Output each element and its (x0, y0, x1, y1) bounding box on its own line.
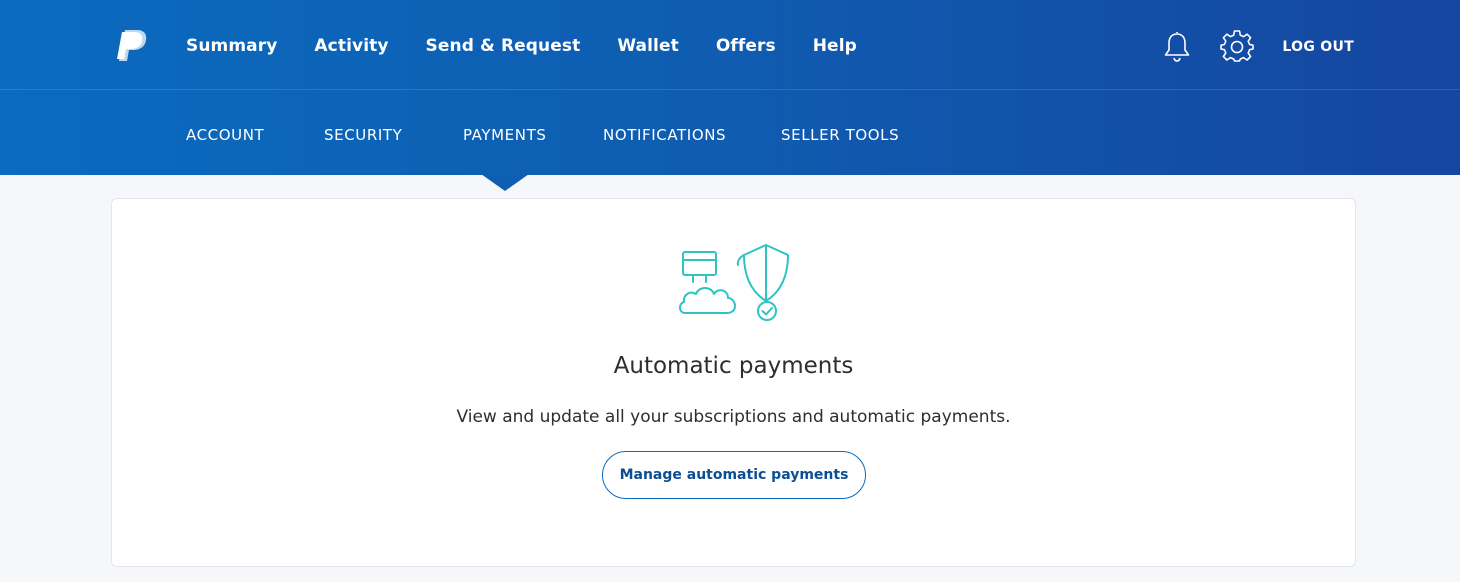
gear-icon[interactable] (1220, 30, 1255, 64)
tab-account[interactable]: ACCOUNT (186, 126, 324, 144)
header: Summary Activity Send & Request Wallet O… (0, 0, 1460, 175)
tab-seller-tools[interactable]: SELLER TOOLS (781, 126, 899, 144)
tab-security[interactable]: SECURITY (324, 126, 463, 144)
primary-nav: Summary Activity Send & Request Wallet O… (186, 36, 894, 56)
automatic-payments-card: Automatic payments View and update all y… (111, 198, 1356, 567)
top-actions: LOG OUT (1160, 30, 1354, 64)
manage-automatic-payments-button[interactable]: Manage automatic payments (602, 451, 866, 499)
settings-subnav: ACCOUNT SECURITY PAYMENTS NOTIFICATIONS … (186, 126, 899, 144)
card-title: Automatic payments (613, 353, 854, 379)
nav-wallet[interactable]: Wallet (617, 36, 679, 56)
nav-activity[interactable]: Activity (314, 36, 388, 56)
nav-summary[interactable]: Summary (186, 36, 277, 56)
automatic-payments-illustration-icon (678, 241, 798, 325)
bell-icon[interactable] (1160, 30, 1194, 64)
paypal-logo-icon[interactable] (116, 28, 150, 64)
tab-notifications[interactable]: NOTIFICATIONS (603, 126, 781, 144)
nav-help[interactable]: Help (813, 36, 857, 56)
active-tab-indicator (481, 174, 529, 191)
top-bar: Summary Activity Send & Request Wallet O… (0, 0, 1460, 90)
nav-offers[interactable]: Offers (716, 36, 776, 56)
card-description: View and update all your subscriptions a… (456, 407, 1011, 427)
nav-send-request[interactable]: Send & Request (426, 36, 581, 56)
logout-link[interactable]: LOG OUT (1282, 39, 1354, 55)
tab-payments[interactable]: PAYMENTS (463, 126, 603, 144)
